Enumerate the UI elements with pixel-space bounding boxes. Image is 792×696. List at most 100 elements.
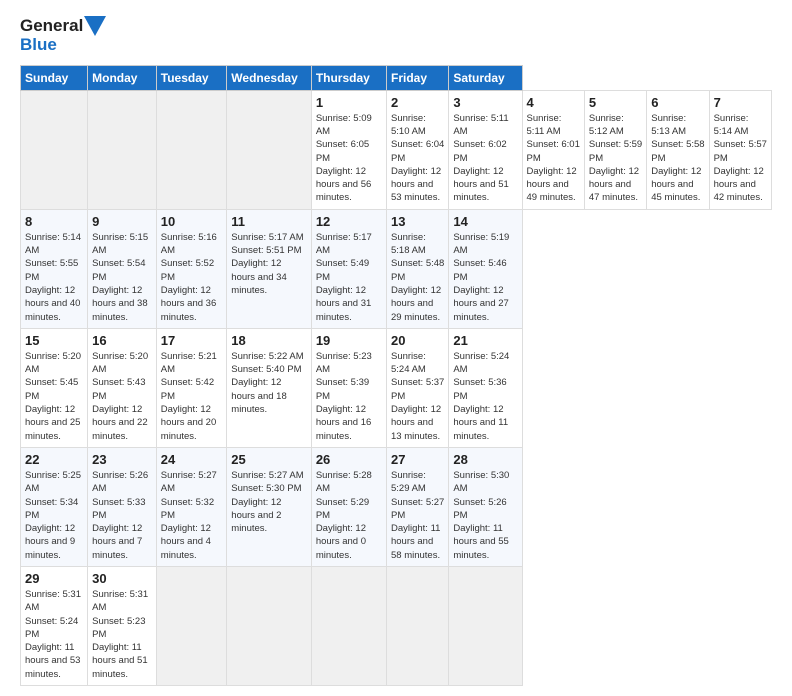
calendar-cell: 26 Sunrise: 5:28 AM Sunset: 5:29 PM Dayl… [311,447,386,566]
col-header-monday: Monday [88,65,157,90]
day-info: Sunrise: 5:25 AM Sunset: 5:34 PM Dayligh… [25,469,83,562]
day-info: Sunrise: 5:18 AM Sunset: 5:48 PM Dayligh… [391,231,444,324]
calendar-cell: 4 Sunrise: 5:11 AM Sunset: 6:01 PM Dayli… [522,90,584,209]
calendar-cell: 18 Sunrise: 5:22 AM Sunset: 5:40 PM Dayl… [227,328,312,447]
day-info: Sunrise: 5:31 AM Sunset: 5:24 PM Dayligh… [25,588,83,681]
calendar-cell: 22 Sunrise: 5:25 AM Sunset: 5:34 PM Dayl… [21,447,88,566]
calendar-cell: 20 Sunrise: 5:24 AM Sunset: 5:37 PM Dayl… [386,328,448,447]
logo: General Blue [20,16,106,55]
day-number: 4 [527,95,580,110]
day-info: Sunrise: 5:17 AM Sunset: 5:51 PM Dayligh… [231,231,307,297]
day-number: 23 [92,452,152,467]
calendar-cell: 8 Sunrise: 5:14 AM Sunset: 5:55 PM Dayli… [21,209,88,328]
calendar-cell: 29 Sunrise: 5:31 AM Sunset: 5:24 PM Dayl… [21,567,88,686]
calendar-week-row: 1 Sunrise: 5:09 AM Sunset: 6:05 PM Dayli… [21,90,772,209]
calendar-cell [227,90,312,209]
calendar-cell: 25 Sunrise: 5:27 AM Sunset: 5:30 PM Dayl… [227,447,312,566]
day-number: 21 [453,333,517,348]
day-info: Sunrise: 5:24 AM Sunset: 5:36 PM Dayligh… [453,350,517,443]
day-number: 1 [316,95,382,110]
calendar-cell: 10 Sunrise: 5:16 AM Sunset: 5:52 PM Dayl… [156,209,227,328]
calendar-cell: 7 Sunrise: 5:14 AM Sunset: 5:57 PM Dayli… [709,90,771,209]
calendar-cell: 12 Sunrise: 5:17 AM Sunset: 5:49 PM Dayl… [311,209,386,328]
day-number: 11 [231,214,307,229]
col-header-friday: Friday [386,65,448,90]
calendar-cell [227,567,312,686]
calendar-cell [156,90,227,209]
calendar-cell: 3 Sunrise: 5:11 AM Sunset: 6:02 PM Dayli… [449,90,522,209]
day-number: 30 [92,571,152,586]
day-number: 2 [391,95,444,110]
day-number: 5 [589,95,642,110]
calendar-week-row: 8 Sunrise: 5:14 AM Sunset: 5:55 PM Dayli… [21,209,772,328]
day-info: Sunrise: 5:15 AM Sunset: 5:54 PM Dayligh… [92,231,152,324]
day-info: Sunrise: 5:29 AM Sunset: 5:27 PM Dayligh… [391,469,444,562]
day-info: Sunrise: 5:26 AM Sunset: 5:33 PM Dayligh… [92,469,152,562]
day-info: Sunrise: 5:28 AM Sunset: 5:29 PM Dayligh… [316,469,382,562]
day-info: Sunrise: 5:19 AM Sunset: 5:46 PM Dayligh… [453,231,517,324]
day-number: 28 [453,452,517,467]
day-number: 26 [316,452,382,467]
day-number: 13 [391,214,444,229]
calendar-cell: 15 Sunrise: 5:20 AM Sunset: 5:45 PM Dayl… [21,328,88,447]
day-info: Sunrise: 5:20 AM Sunset: 5:45 PM Dayligh… [25,350,83,443]
day-number: 22 [25,452,83,467]
calendar-cell [21,90,88,209]
day-info: Sunrise: 5:14 AM Sunset: 5:57 PM Dayligh… [714,112,767,205]
day-info: Sunrise: 5:27 AM Sunset: 5:32 PM Dayligh… [161,469,223,562]
calendar-cell: 24 Sunrise: 5:27 AM Sunset: 5:32 PM Dayl… [156,447,227,566]
header: General Blue [20,16,772,55]
day-number: 14 [453,214,517,229]
day-info: Sunrise: 5:10 AM Sunset: 6:04 PM Dayligh… [391,112,444,205]
calendar-cell: 14 Sunrise: 5:19 AM Sunset: 5:46 PM Dayl… [449,209,522,328]
day-number: 3 [453,95,517,110]
calendar-cell: 16 Sunrise: 5:20 AM Sunset: 5:43 PM Dayl… [88,328,157,447]
day-number: 9 [92,214,152,229]
day-number: 25 [231,452,307,467]
calendar-cell [88,90,157,209]
calendar-cell: 2 Sunrise: 5:10 AM Sunset: 6:04 PM Dayli… [386,90,448,209]
day-number: 15 [25,333,83,348]
day-number: 16 [92,333,152,348]
day-info: Sunrise: 5:17 AM Sunset: 5:49 PM Dayligh… [316,231,382,324]
day-number: 17 [161,333,223,348]
calendar-week-row: 29 Sunrise: 5:31 AM Sunset: 5:24 PM Dayl… [21,567,772,686]
day-number: 12 [316,214,382,229]
day-number: 27 [391,452,444,467]
col-header-wednesday: Wednesday [227,65,312,90]
logo-blue-text: Blue [20,35,57,54]
day-number: 29 [25,571,83,586]
day-info: Sunrise: 5:24 AM Sunset: 5:37 PM Dayligh… [391,350,444,443]
day-info: Sunrise: 5:12 AM Sunset: 5:59 PM Dayligh… [589,112,642,205]
calendar-cell: 17 Sunrise: 5:21 AM Sunset: 5:42 PM Dayl… [156,328,227,447]
day-info: Sunrise: 5:23 AM Sunset: 5:39 PM Dayligh… [316,350,382,443]
calendar-cell: 9 Sunrise: 5:15 AM Sunset: 5:54 PM Dayli… [88,209,157,328]
day-number: 18 [231,333,307,348]
logo-container: General Blue [20,16,106,55]
day-info: Sunrise: 5:31 AM Sunset: 5:23 PM Dayligh… [92,588,152,681]
day-number: 10 [161,214,223,229]
day-info: Sunrise: 5:13 AM Sunset: 5:58 PM Dayligh… [651,112,704,205]
col-header-saturday: Saturday [449,65,522,90]
day-number: 19 [316,333,382,348]
day-info: Sunrise: 5:20 AM Sunset: 5:43 PM Dayligh… [92,350,152,443]
calendar-header-row: SundayMondayTuesdayWednesdayThursdayFrid… [21,65,772,90]
day-number: 24 [161,452,223,467]
calendar-cell [156,567,227,686]
calendar-cell: 30 Sunrise: 5:31 AM Sunset: 5:23 PM Dayl… [88,567,157,686]
logo-chevron-icon [84,16,106,36]
calendar-cell: 19 Sunrise: 5:23 AM Sunset: 5:39 PM Dayl… [311,328,386,447]
calendar-cell: 27 Sunrise: 5:29 AM Sunset: 5:27 PM Dayl… [386,447,448,566]
day-number: 7 [714,95,767,110]
calendar-table: SundayMondayTuesdayWednesdayThursdayFrid… [20,65,772,686]
calendar-cell: 1 Sunrise: 5:09 AM Sunset: 6:05 PM Dayli… [311,90,386,209]
day-info: Sunrise: 5:11 AM Sunset: 6:02 PM Dayligh… [453,112,517,205]
calendar-cell: 6 Sunrise: 5:13 AM Sunset: 5:58 PM Dayli… [647,90,709,209]
calendar-cell: 21 Sunrise: 5:24 AM Sunset: 5:36 PM Dayl… [449,328,522,447]
day-info: Sunrise: 5:30 AM Sunset: 5:26 PM Dayligh… [453,469,517,562]
day-info: Sunrise: 5:21 AM Sunset: 5:42 PM Dayligh… [161,350,223,443]
calendar-week-row: 22 Sunrise: 5:25 AM Sunset: 5:34 PM Dayl… [21,447,772,566]
day-number: 20 [391,333,444,348]
col-header-sunday: Sunday [21,65,88,90]
day-info: Sunrise: 5:14 AM Sunset: 5:55 PM Dayligh… [25,231,83,324]
